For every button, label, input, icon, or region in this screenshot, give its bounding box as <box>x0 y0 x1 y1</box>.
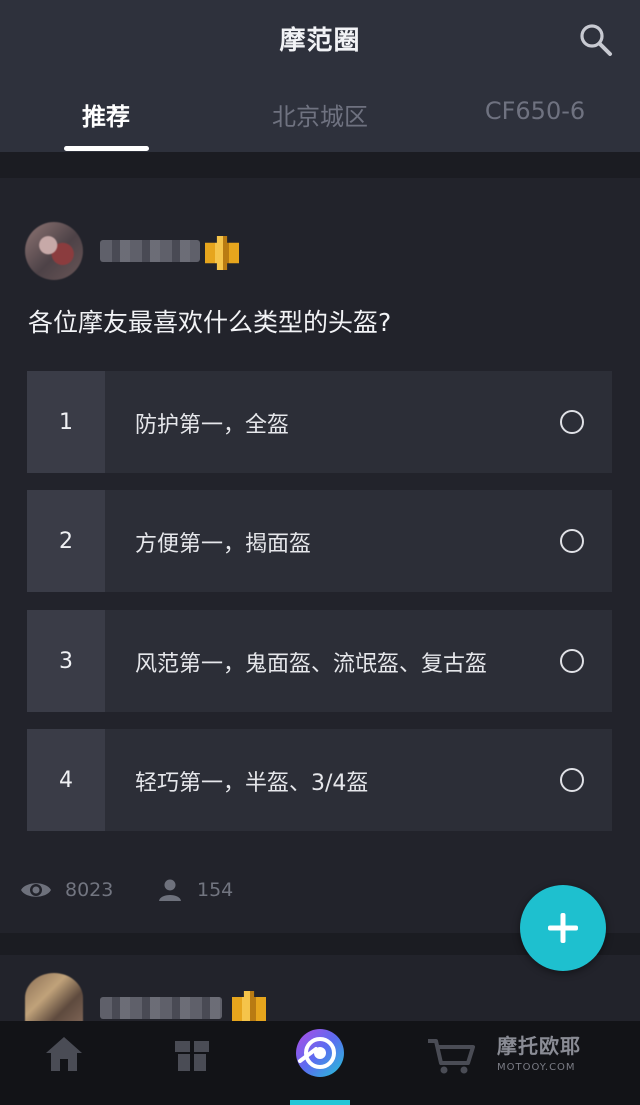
poll-option-label: 轻巧第一，半盔、3/4盔 <box>135 771 369 796</box>
poll-option-number: 4 <box>27 729 105 831</box>
participant-count: 154 <box>197 879 234 901</box>
gift-box-icon[interactable] <box>172 1035 212 1073</box>
poll-question[interactable]: 各位摩友最喜欢什么类型的头盔? <box>28 303 391 339</box>
shopping-cart-icon[interactable] <box>426 1037 476 1075</box>
poll-option-3[interactable]: 3 风范第一，鬼面盔、流氓盔、复古盔 <box>27 610 612 712</box>
feed-divider <box>0 152 640 178</box>
plus-icon <box>548 913 578 943</box>
tab-beijing-city[interactable]: 北京城区 <box>258 97 382 132</box>
poll-option-number: 3 <box>27 610 105 712</box>
tab-recommended[interactable]: 推荐 <box>50 97 162 132</box>
radio-circle-icon[interactable] <box>560 768 584 792</box>
moto-circle-icon[interactable] <box>294 1027 346 1079</box>
poll-option-1[interactable]: 1 防护第一，全盔 <box>27 371 612 473</box>
search-icon[interactable] <box>578 22 614 58</box>
user-level-badge-icon <box>232 991 266 1021</box>
view-count: 8023 <box>65 879 114 901</box>
avatar[interactable] <box>25 222 83 280</box>
poll-option-number: 2 <box>27 490 105 592</box>
poll-option-number: 1 <box>27 371 105 473</box>
username-blurred[interactable] <box>100 997 222 1019</box>
user-level-badge-icon <box>205 236 239 270</box>
poll-option-label: 风范第一，鬼面盔、流氓盔、复古盔 <box>135 652 488 677</box>
top-header: 摩范圈 推荐 北京城区 CF650-6 <box>0 0 640 152</box>
site-watermark: 摩托欧耶 MOTOOY.COM <box>497 1035 592 1079</box>
poll-option-2[interactable]: 2 方便第一，揭面盔 <box>27 490 612 592</box>
radio-circle-icon[interactable] <box>560 410 584 434</box>
poll-post-card[interactable]: 各位摩友最喜欢什么类型的头盔? 1 防护第一，全盔 2 方便第一，揭面盔 3 风… <box>0 178 640 933</box>
username-blurred[interactable] <box>100 240 200 262</box>
home-icon[interactable] <box>44 1035 84 1073</box>
active-nav-indicator <box>290 1100 350 1105</box>
avatar[interactable] <box>25 973 83 1023</box>
page-title: 摩范圈 <box>279 26 361 56</box>
tab-cf650-6[interactable]: CF650-6 <box>470 97 600 125</box>
poll-option-4[interactable]: 4 轻巧第一，半盔、3/4盔 <box>27 729 612 831</box>
bottom-navigation: 摩托欧耶 MOTOOY.COM <box>0 1021 640 1105</box>
active-tab-indicator <box>64 146 149 151</box>
radio-circle-icon[interactable] <box>560 529 584 553</box>
person-icon <box>159 879 181 901</box>
radio-circle-icon[interactable] <box>560 649 584 673</box>
eye-icon <box>21 883 51 897</box>
watermark-text: 摩托欧耶 <box>497 1034 581 1058</box>
watermark-subtext: MOTOOY.COM <box>497 1062 576 1073</box>
create-post-button[interactable] <box>520 885 606 971</box>
poll-option-label: 防护第一，全盔 <box>135 413 290 438</box>
poll-option-label: 方便第一，揭面盔 <box>135 532 312 557</box>
